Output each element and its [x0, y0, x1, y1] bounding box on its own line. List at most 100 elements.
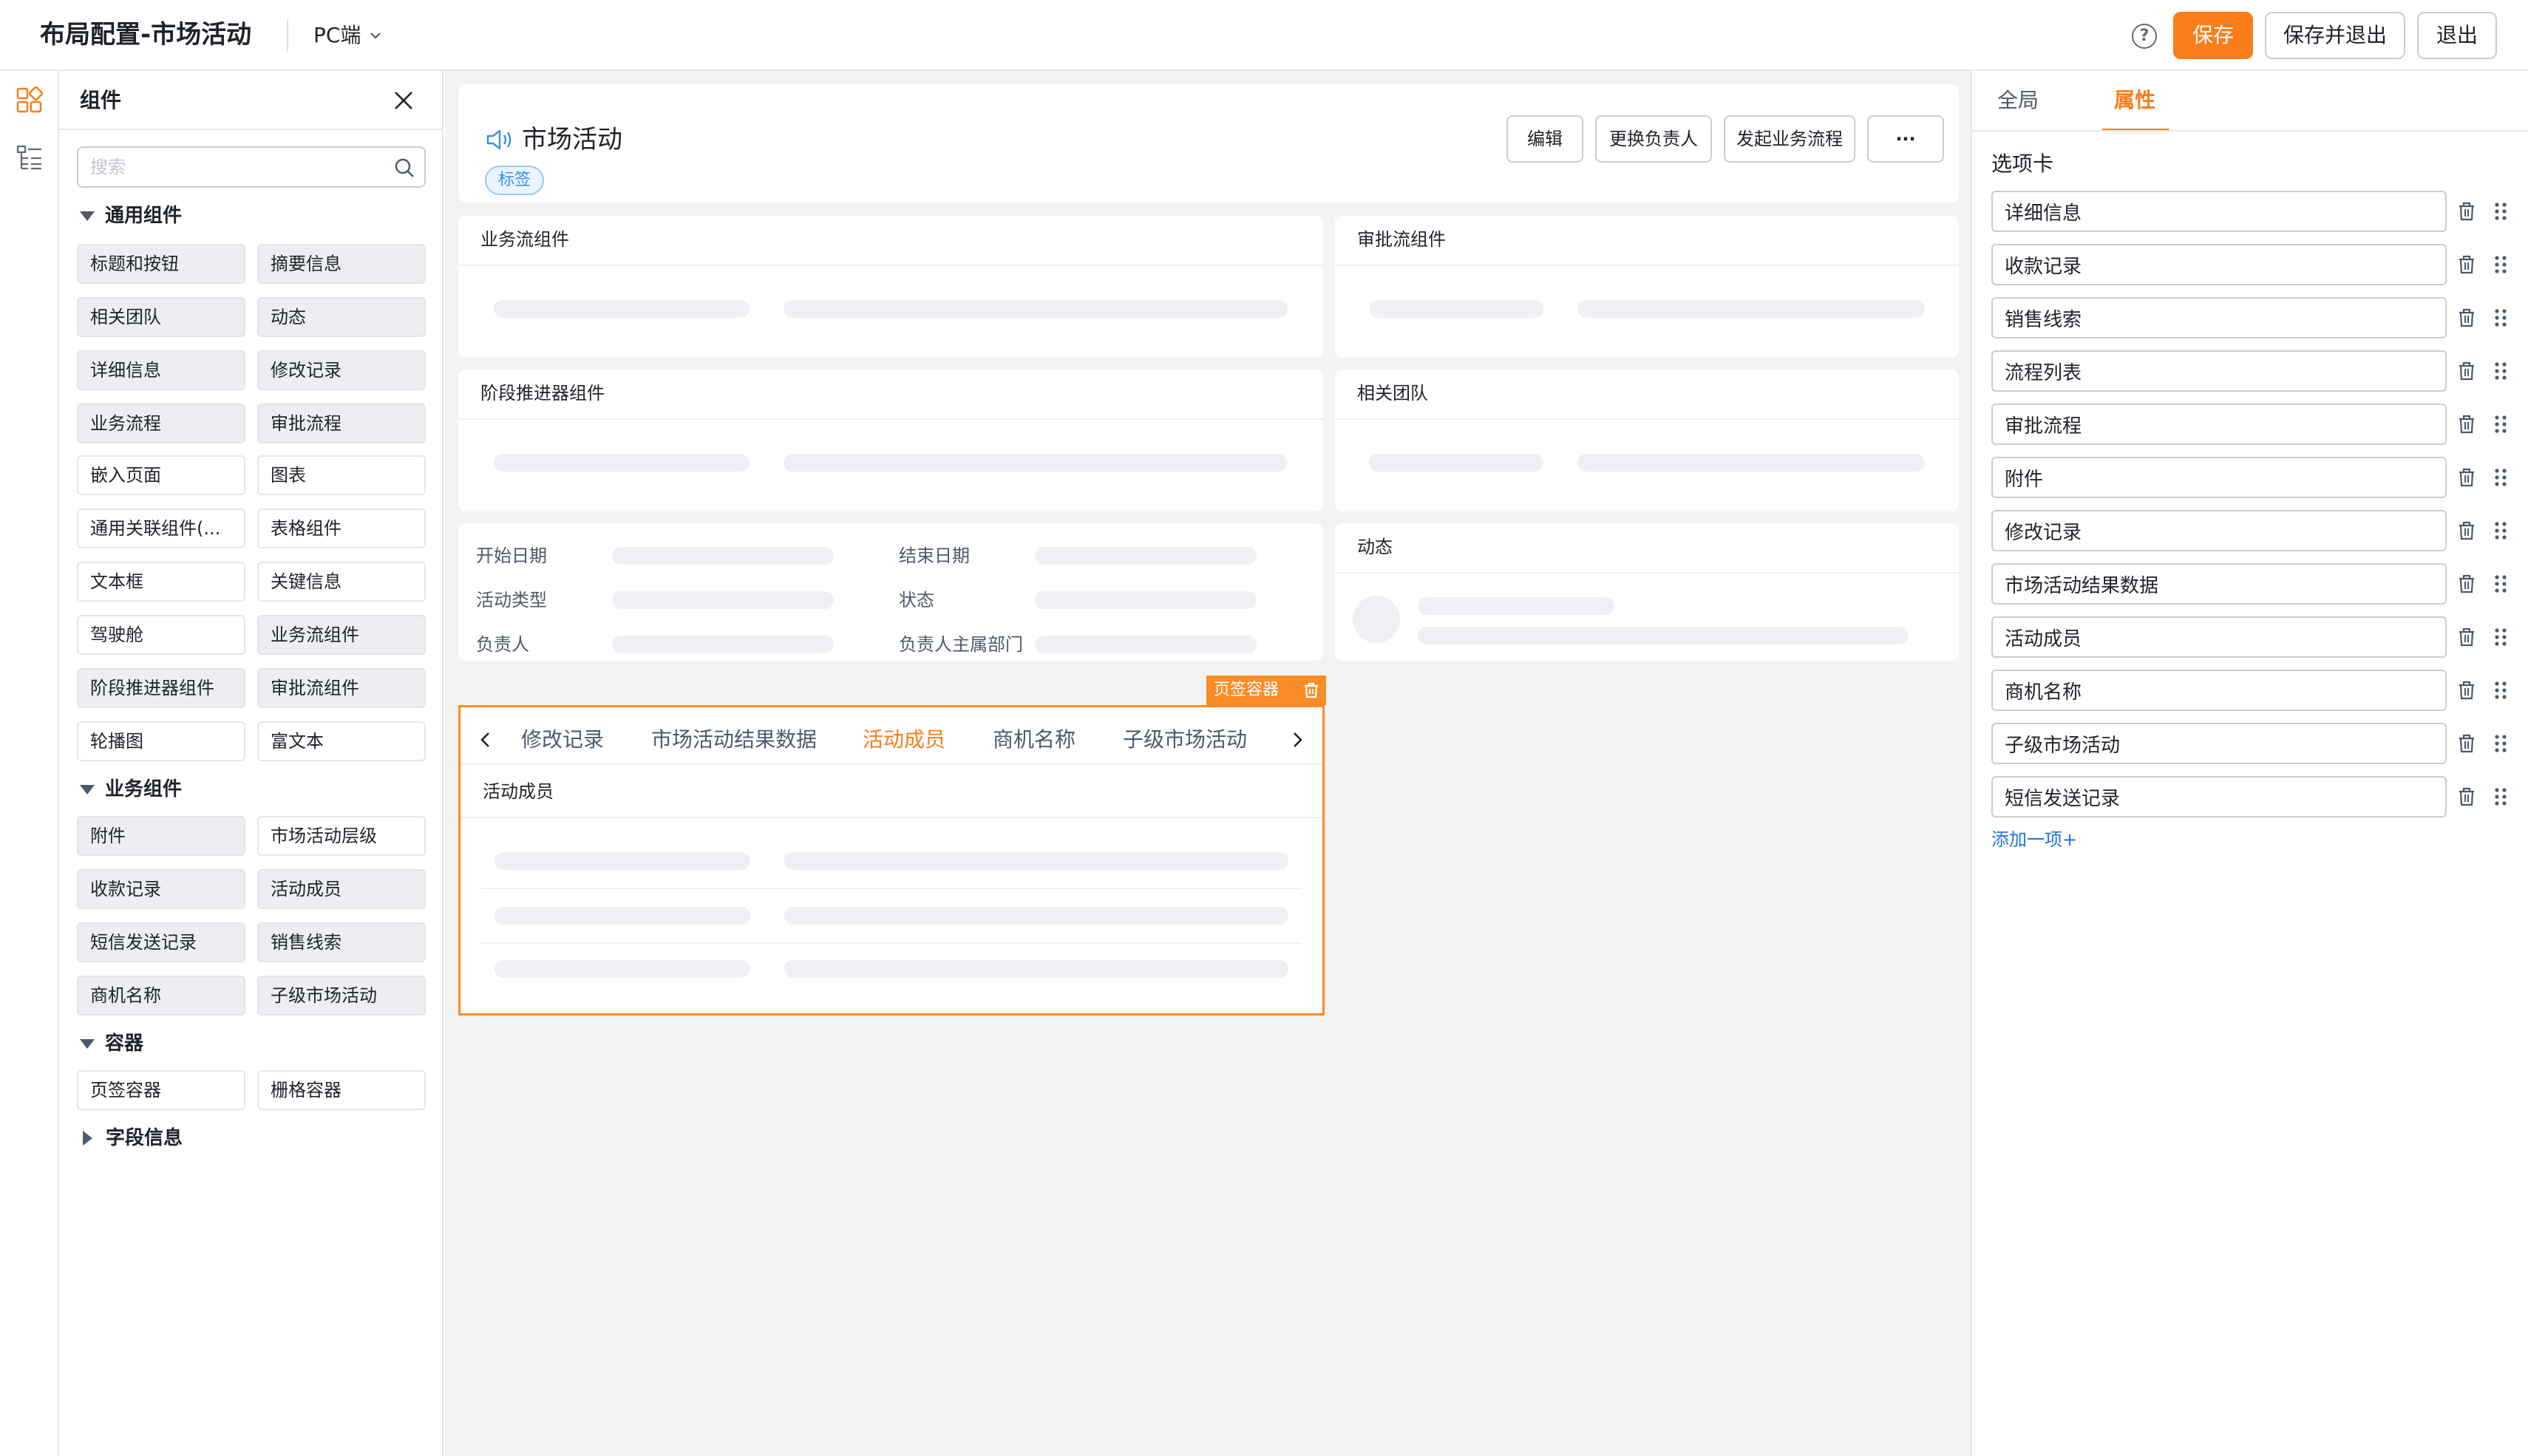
change-owner-button[interactable]: 更换负责人: [1595, 115, 1712, 163]
component-item[interactable]: 表格组件: [257, 508, 426, 548]
tab-option-input[interactable]: [1993, 671, 2429, 710]
drag-handle-icon[interactable]: [2490, 520, 2512, 542]
trash-icon[interactable]: [2456, 466, 2478, 489]
component-item[interactable]: 活动成员: [257, 869, 426, 909]
component-item[interactable]: 阶段推进器组件: [77, 668, 245, 708]
tab-option-input[interactable]: [1993, 511, 2429, 550]
component-item[interactable]: 栅格容器: [257, 1070, 426, 1110]
drag-handle-icon[interactable]: [2490, 307, 2512, 329]
section-fields[interactable]: 字段信息: [80, 1123, 183, 1153]
component-item[interactable]: 页签容器: [77, 1070, 245, 1110]
more-button[interactable]: ···: [1867, 115, 1944, 163]
trash-icon[interactable]: [2456, 626, 2478, 648]
tab-option-input[interactable]: [1993, 458, 2429, 497]
stage-advancer-card[interactable]: 阶段推进器组件: [458, 370, 1323, 511]
component-item[interactable]: 修改记录: [257, 350, 426, 390]
exit-button[interactable]: 退出: [2417, 12, 2497, 59]
tree-outline-icon[interactable]: [15, 143, 44, 173]
trash-icon[interactable]: [1302, 681, 1320, 699]
search-input[interactable]: [78, 148, 367, 186]
trash-icon[interactable]: [2456, 732, 2478, 755]
drag-handle-icon[interactable]: [2490, 626, 2512, 648]
component-item[interactable]: 嵌入页面: [77, 455, 245, 495]
drag-handle-icon[interactable]: [2490, 200, 2512, 222]
tab-properties[interactable]: 属性: [2114, 84, 2155, 117]
trash-icon[interactable]: [2456, 254, 2478, 276]
help-icon[interactable]: ?: [2132, 24, 2157, 49]
record-header-card[interactable]: 市场活动 标签 编辑 更换负责人 发起业务流程 ···: [458, 84, 1959, 203]
tab-container-badge[interactable]: 页签容器: [1206, 676, 1326, 705]
component-item[interactable]: 相关团队: [77, 297, 245, 337]
section-container[interactable]: 容器: [80, 1029, 143, 1058]
component-item[interactable]: 轮播图: [77, 721, 245, 761]
drag-handle-icon[interactable]: [2490, 254, 2512, 276]
drag-handle-icon[interactable]: [2490, 732, 2512, 755]
trash-icon[interactable]: [2456, 520, 2478, 542]
component-item[interactable]: 富文本: [257, 721, 426, 761]
activity-feed-card[interactable]: 动态: [1335, 523, 1959, 661]
component-item[interactable]: 收款记录: [77, 869, 245, 909]
tab-opportunity-name[interactable]: 商机名称: [993, 724, 1076, 756]
related-team-card[interactable]: 相关团队: [1335, 370, 1959, 511]
tab-option-input[interactable]: [1993, 299, 2429, 337]
component-item[interactable]: 文本框: [77, 562, 245, 602]
trash-icon[interactable]: [2456, 200, 2478, 222]
component-item[interactable]: 图表: [257, 455, 426, 495]
component-item[interactable]: 销售线索: [257, 922, 426, 962]
save-and-exit-button[interactable]: 保存并退出: [2265, 12, 2405, 59]
tab-option-input[interactable]: [1993, 405, 2429, 443]
component-item[interactable]: 动态: [257, 297, 426, 337]
close-icon[interactable]: [389, 86, 418, 115]
tab-option-input[interactable]: [1993, 618, 2429, 656]
component-item[interactable]: 商机名称: [77, 976, 245, 1016]
tab-campaign-members[interactable]: 活动成员: [863, 724, 945, 756]
trash-icon[interactable]: [2456, 360, 2478, 382]
tab-option-input[interactable]: [1993, 724, 2429, 763]
save-button[interactable]: 保存: [2173, 12, 2253, 59]
tab-option-input[interactable]: [1993, 192, 2429, 231]
trash-icon[interactable]: [2456, 786, 2478, 808]
component-item[interactable]: 通用关联组件(...: [77, 508, 245, 548]
tab-option-input[interactable]: [1993, 565, 2429, 603]
tab-sub-campaigns[interactable]: 子级市场活动: [1123, 724, 1247, 756]
section-business[interactable]: 业务组件: [80, 775, 182, 804]
trash-icon[interactable]: [2456, 307, 2478, 329]
business-flow-card[interactable]: 业务流组件: [458, 216, 1323, 358]
chevron-right-icon[interactable]: [1287, 729, 1308, 750]
search-icon[interactable]: [393, 157, 415, 179]
platform-select[interactable]: PC端: [313, 19, 383, 52]
component-item[interactable]: 摘要信息: [257, 244, 426, 284]
tab-option-input[interactable]: [1993, 778, 2429, 816]
drag-handle-icon[interactable]: [2490, 360, 2512, 382]
component-item[interactable]: 标题和按钮: [77, 244, 245, 284]
tab-option-input[interactable]: [1993, 352, 2429, 390]
drag-handle-icon[interactable]: [2490, 573, 2512, 595]
drag-handle-icon[interactable]: [2490, 466, 2512, 489]
component-item[interactable]: 业务流组件: [257, 615, 426, 655]
trash-icon[interactable]: [2456, 413, 2478, 435]
approval-flow-card[interactable]: 审批流组件: [1335, 216, 1959, 358]
component-item[interactable]: 关键信息: [257, 562, 426, 602]
tab-change-log[interactable]: 修改记录: [521, 724, 604, 756]
component-item[interactable]: 短信发送记录: [77, 922, 245, 962]
start-business-flow-button[interactable]: 发起业务流程: [1724, 115, 1855, 163]
tab-container[interactable]: 修改记录 市场活动结果数据 活动成员 商机名称 子级市场活动 活动成员: [458, 705, 1325, 1016]
tab-campaign-results[interactable]: 市场活动结果数据: [651, 724, 817, 756]
edit-button[interactable]: 编辑: [1506, 115, 1583, 163]
trash-icon[interactable]: [2456, 679, 2478, 701]
tab-global[interactable]: 全局: [1997, 84, 2039, 117]
trash-icon[interactable]: [2456, 573, 2478, 595]
section-general[interactable]: 通用组件: [80, 201, 182, 231]
tab-option-input[interactable]: [1993, 245, 2429, 284]
components-icon[interactable]: [15, 86, 44, 115]
chevron-left-icon[interactable]: [475, 729, 496, 750]
component-item[interactable]: 详细信息: [77, 350, 245, 390]
drag-handle-icon[interactable]: [2490, 679, 2512, 701]
key-info-card[interactable]: 开始日期 结束日期 活动类型 状态 负责人 负责人主属部门: [458, 523, 1323, 661]
component-item[interactable]: 业务流程: [77, 404, 245, 443]
component-item[interactable]: 审批流程: [257, 404, 426, 443]
component-item[interactable]: 市场活动层级: [257, 816, 426, 856]
drag-handle-icon[interactable]: [2490, 413, 2512, 435]
component-item[interactable]: 子级市场活动: [257, 976, 426, 1016]
component-item[interactable]: 驾驶舱: [77, 615, 245, 655]
